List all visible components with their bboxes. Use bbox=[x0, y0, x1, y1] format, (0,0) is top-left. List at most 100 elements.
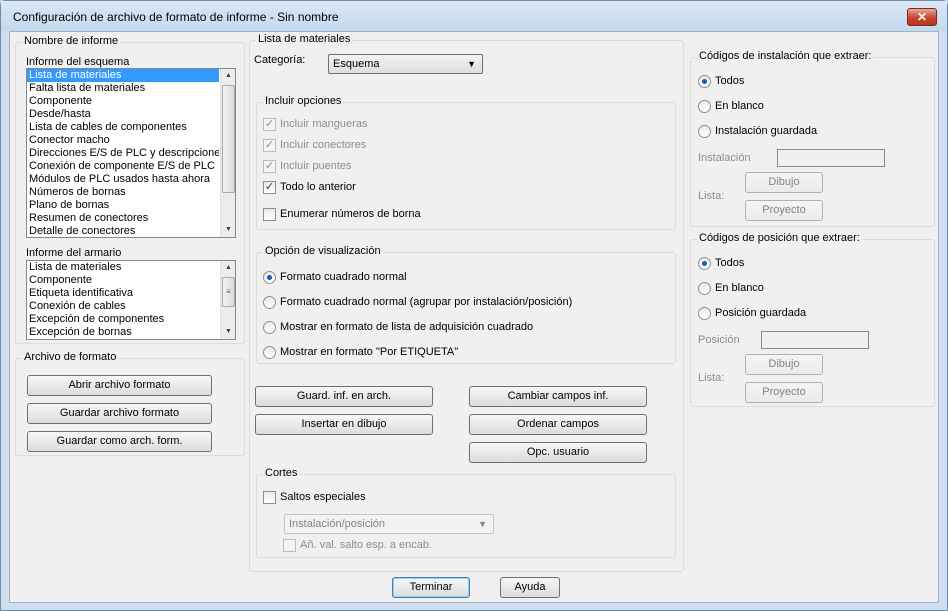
panel-list-scrollbar[interactable]: ▲ ≡ ▼ bbox=[220, 261, 235, 339]
install-blank-label: En blanco bbox=[715, 100, 764, 112]
include-bridges-label: Incluir puentes bbox=[280, 160, 352, 172]
list-item[interactable]: Componente bbox=[27, 274, 219, 287]
dialog-body: Nombre de informe Informe del esquema Li… bbox=[9, 31, 939, 603]
open-format-file-button[interactable]: Abrir archivo formato bbox=[27, 375, 212, 396]
scroll-thumb[interactable] bbox=[222, 85, 235, 193]
list-item[interactable]: Detalle de conectores bbox=[27, 225, 219, 237]
install-saved-radio[interactable] bbox=[698, 125, 711, 138]
all-above-label: Todo lo anterior bbox=[280, 181, 356, 193]
list-item[interactable]: Conector macho bbox=[27, 134, 219, 147]
location-all-radio[interactable] bbox=[698, 257, 711, 270]
insert-in-drawing-button[interactable]: Insertar en dibujo bbox=[255, 414, 433, 435]
install-all-radio[interactable] bbox=[698, 75, 711, 88]
include-bridges-checkbox[interactable]: ✓ bbox=[263, 160, 276, 173]
panel-report-label: Informe del armario bbox=[26, 247, 122, 259]
location-codes-title: Códigos de posición que extraer: bbox=[697, 232, 862, 244]
include-connectors-checkbox[interactable]: ✓ bbox=[263, 139, 276, 152]
install-field-input[interactable] bbox=[777, 149, 885, 167]
add-break-header-label: Añ. val. salto esp. a encab. bbox=[300, 539, 433, 551]
special-breaks-label: Saltos especiales bbox=[280, 491, 366, 503]
list-item[interactable]: Resumen de conectores bbox=[27, 212, 219, 225]
category-label: Categoría: bbox=[254, 54, 306, 66]
display-normal-radio[interactable] bbox=[263, 271, 276, 284]
list-item[interactable]: Conexión de cables bbox=[27, 300, 219, 313]
install-saved-label: Instalación guardada bbox=[715, 125, 818, 137]
list-item[interactable]: Conexión de componente E/S de PLC bbox=[27, 160, 219, 173]
install-all-label: Todos bbox=[715, 75, 745, 87]
list-item[interactable]: Etiqueta identificativa bbox=[27, 287, 219, 300]
category-dropdown[interactable]: Esquema ▼ bbox=[328, 54, 483, 74]
change-report-fields-button[interactable]: Cambiar campos inf. bbox=[469, 386, 647, 407]
location-field-input[interactable] bbox=[761, 331, 869, 349]
install-blank-radio[interactable] bbox=[698, 100, 711, 113]
format-file-title: Archivo de formato bbox=[22, 351, 119, 363]
scroll-up-icon[interactable]: ▲ bbox=[221, 261, 235, 275]
enumerate-terminals-label: Enumerar números de borna bbox=[280, 208, 421, 220]
display-options-title: Opción de visualización bbox=[263, 245, 383, 257]
list-item[interactable]: Números de bornas bbox=[27, 186, 219, 199]
display-grouped-label: Formato cuadrado normal (agrupar por ins… bbox=[280, 296, 573, 308]
chevron-down-icon: ▼ bbox=[467, 59, 476, 69]
location-saved-label: Posición guardada bbox=[715, 307, 807, 319]
close-button[interactable]: ✕ bbox=[907, 8, 937, 26]
include-hoses-label: Incluir mangueras bbox=[280, 118, 368, 130]
chevron-down-icon: ▼ bbox=[478, 519, 487, 529]
list-item[interactable]: Excepción de componentes bbox=[27, 313, 219, 326]
location-project-button[interactable]: Proyecto bbox=[745, 382, 823, 403]
panel-report-list[interactable]: Lista de materiales Componente Etiqueta id… bbox=[26, 260, 236, 340]
title-bar: Configuración de archivo de formato de i… bbox=[1, 1, 947, 31]
location-drawing-button[interactable]: Dibujo bbox=[745, 354, 823, 375]
report-name-title: Nombre de informe bbox=[22, 35, 121, 47]
scroll-down-icon[interactable]: ▼ bbox=[221, 325, 235, 339]
location-field-label: Posición bbox=[698, 334, 740, 346]
scroll-down-icon[interactable]: ▼ bbox=[221, 223, 235, 237]
install-field-label: Instalación bbox=[698, 152, 751, 164]
save-report-to-file-button[interactable]: Guard. inf. en arch. bbox=[255, 386, 433, 407]
install-codes-title: Códigos de instalación que extraer: bbox=[697, 50, 874, 62]
bom-title: Lista de materiales bbox=[256, 33, 353, 45]
save-format-file-button[interactable]: Guardar archivo formato bbox=[27, 403, 212, 424]
location-blank-label: En blanco bbox=[715, 282, 764, 294]
include-hoses-checkbox[interactable]: ✓ bbox=[263, 118, 276, 131]
breaks-type-dropdown[interactable]: Instalación/posición ▼ bbox=[284, 514, 494, 534]
breaks-title: Cortes bbox=[263, 467, 300, 479]
category-value: Esquema bbox=[333, 58, 380, 70]
display-by-tag-radio[interactable] bbox=[263, 346, 276, 359]
enumerate-terminals-checkbox[interactable] bbox=[263, 208, 276, 221]
location-saved-radio[interactable] bbox=[698, 307, 711, 320]
schematic-list-scrollbar[interactable]: ▲ ▼ bbox=[220, 69, 235, 237]
install-project-button[interactable]: Proyecto bbox=[745, 200, 823, 221]
location-blank-radio[interactable] bbox=[698, 282, 711, 295]
list-item[interactable]: Direcciones E/S de PLC y descripciones bbox=[27, 147, 219, 160]
list-item[interactable]: Componente bbox=[27, 95, 219, 108]
display-purchase-label: Mostrar en formato de lista de adquisici… bbox=[280, 321, 534, 333]
user-options-button[interactable]: Opc. usuario bbox=[469, 442, 647, 463]
schematic-report-label: Informe del esquema bbox=[26, 56, 130, 68]
list-item[interactable]: Lista de materiales bbox=[27, 261, 219, 274]
display-purchase-radio[interactable] bbox=[263, 321, 276, 334]
special-breaks-checkbox[interactable] bbox=[263, 491, 276, 504]
list-item[interactable]: Módulos de PLC usados hasta ahora bbox=[27, 173, 219, 186]
save-as-format-file-button[interactable]: Guardar como arch. form. bbox=[27, 431, 212, 452]
schematic-report-list[interactable]: Lista de materiales Falta lista de materi… bbox=[26, 68, 236, 238]
include-connectors-label: Incluir conectores bbox=[280, 139, 367, 151]
list-item[interactable]: Plano de bornas bbox=[27, 199, 219, 212]
list-item[interactable]: Excepción de bornas bbox=[27, 326, 219, 339]
display-by-tag-label: Mostrar en formato "Por ETIQUETA" bbox=[280, 346, 459, 358]
finish-button[interactable]: Terminar bbox=[392, 577, 470, 598]
sort-fields-button[interactable]: Ordenar campos bbox=[469, 414, 647, 435]
list-item[interactable]: Desde/hasta bbox=[27, 108, 219, 121]
list-item[interactable]: Lista de materiales bbox=[27, 69, 219, 82]
breaks-type-value: Instalación/posición bbox=[289, 518, 386, 530]
list-item[interactable]: Falta lista de materiales bbox=[27, 82, 219, 95]
scroll-up-icon[interactable]: ▲ bbox=[221, 69, 235, 83]
scroll-thumb[interactable]: ≡ bbox=[222, 277, 235, 307]
install-drawing-button[interactable]: Dibujo bbox=[745, 172, 823, 193]
list-item[interactable]: Lista de cables de componentes bbox=[27, 121, 219, 134]
display-grouped-radio[interactable] bbox=[263, 296, 276, 309]
install-list-label: Lista: bbox=[698, 190, 725, 202]
add-break-header-checkbox[interactable] bbox=[283, 539, 296, 552]
help-button[interactable]: Ayuda bbox=[500, 577, 560, 598]
all-above-checkbox[interactable]: ✓ bbox=[263, 181, 276, 194]
display-normal-label: Formato cuadrado normal bbox=[280, 271, 407, 283]
